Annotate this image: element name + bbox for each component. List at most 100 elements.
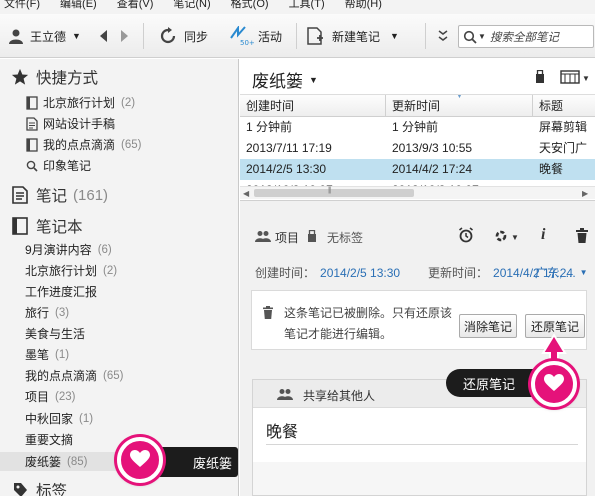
note-tag-selector[interactable]: 无标签 — [307, 229, 363, 246]
sync-icon — [159, 27, 177, 45]
sidebar-item-label: 我的点点滴滴 — [25, 369, 98, 383]
restore-highlight-marker — [531, 361, 577, 407]
list-view-icon — [560, 70, 580, 87]
note-notebook-selector[interactable]: 项目 — [255, 229, 299, 246]
title-divider — [266, 444, 578, 445]
heart-icon — [544, 373, 564, 395]
toolbar: 王立德 ▼ 同步 50+ 活动 新建笔记 ▼ ▼ 搜索全部笔记 — [0, 14, 595, 58]
sidebar-item-label: 我的点点滴滴 — [43, 138, 116, 152]
note-title[interactable]: 晚餐 — [266, 418, 298, 442]
menu-format[interactable]: 格式(O) — [231, 0, 269, 10]
sync-button[interactable]: 同步 — [159, 14, 208, 58]
sidebar-item-beijing-travel-shortcut[interactable]: 北京旅行计划 (2) — [0, 93, 135, 112]
sidebar-item-label: 北京旅行计划 — [43, 96, 116, 110]
menu-tools[interactable]: 工具(T) — [289, 0, 325, 10]
note-icon — [26, 116, 38, 131]
star-icon — [10, 68, 30, 86]
cell-created: 1 分钟前 — [246, 120, 293, 134]
forward-button[interactable] — [120, 14, 130, 58]
note-body[interactable] — [253, 462, 586, 495]
trash-icon — [263, 306, 273, 322]
sidebar-notes-header[interactable]: 笔记 (161) — [0, 183, 108, 207]
chevron-down-icon: ▼ — [579, 268, 588, 277]
sidebar-notes-count: (161) — [73, 186, 109, 204]
notebook-icon — [10, 217, 30, 235]
trash-tooltip-label: 废纸篓 — [192, 455, 232, 471]
toolbar-more-button[interactable] — [438, 14, 448, 58]
sidebar-item-evernote-search[interactable]: 印象笔记 — [0, 156, 91, 175]
sidebar-item-beijing-travel[interactable]: 北京旅行计划 (2) — [0, 261, 117, 280]
search-icon — [26, 159, 38, 173]
column-created[interactable]: 创建时间 — [240, 95, 386, 117]
new-note-label: 新建笔记 — [332, 29, 381, 44]
notebook-lock-icon[interactable] — [535, 69, 545, 87]
sidebar-item-work-progress[interactable]: 工作进度汇报 — [0, 282, 97, 301]
chevron-down-icon: ▼ — [582, 74, 590, 83]
share-menu-button[interactable]: ▼ — [493, 228, 519, 247]
user-icon — [8, 28, 24, 44]
sidebar-item-label: 废纸篓 — [25, 455, 62, 469]
sidebar-item-food-life[interactable]: 美食与生活 — [0, 324, 85, 343]
menu-view[interactable]: 查看(V) — [117, 0, 154, 10]
sort-indicator-icon: ▼ — [456, 95, 463, 100]
reminder-alarm-icon[interactable] — [458, 227, 474, 246]
search-icon — [463, 30, 477, 44]
table-row-selected[interactable]: 2014/2/5 13:30 2014/4/2 17:24 晚餐 — [240, 159, 595, 180]
sidebar-item-label: 重要文摘 — [25, 433, 74, 447]
sidebar-item-important-excerpts[interactable]: 重要文摘 — [0, 430, 73, 449]
scroll-left-icon[interactable]: ◀ — [243, 189, 249, 198]
sidebar-item-label: 工作进度汇报 — [25, 285, 98, 299]
table-header: 创建时间 更新时间 ▼ 标题 — [240, 95, 595, 117]
sidebar-item-website-design[interactable]: 网站设计手稿 — [0, 114, 115, 133]
note-icon — [10, 186, 30, 204]
note-list-title[interactable]: 废纸篓 ▼ — [252, 67, 318, 92]
sidebar-item-my-moments-shortcut[interactable]: 我的点点滴滴 (65) — [0, 135, 141, 154]
sidebar-tags-label: 标签 — [36, 483, 68, 496]
sidebar-item-mobi[interactable]: 墨笔 (1) — [0, 345, 69, 364]
back-button[interactable] — [98, 14, 108, 58]
search-input[interactable]: ▼ 搜索全部笔记 — [458, 25, 594, 48]
note-list-header: 废纸篓 ▼ ▼ — [240, 59, 595, 95]
sidebar-item-my-moments[interactable]: 我的点点滴滴 (65) — [0, 366, 123, 385]
toolbar-separator — [425, 23, 426, 49]
activity-button[interactable]: 50+ 活动 — [229, 14, 282, 58]
table-row[interactable]: 2013/7/11 17:19 2013/9/3 10:55 天安门广 — [240, 138, 595, 159]
menu-note[interactable]: 笔记(N) — [173, 0, 210, 10]
sidebar-item-count: (2) — [121, 96, 136, 109]
scroll-right-icon[interactable]: ▶ — [582, 189, 588, 198]
delete-trash-icon[interactable] — [576, 228, 588, 246]
cell-updated: 1 分钟前 — [392, 120, 439, 134]
note-location[interactable]: 广东, ... ▼ — [535, 264, 588, 281]
user-button[interactable]: 王立德 ▼ — [8, 14, 81, 58]
horizontal-scrollbar[interactable]: ◀ ||| ▶ — [240, 186, 595, 199]
back-arrow-icon — [98, 29, 108, 43]
table-row[interactable]: 1 分钟前 1 分钟前 屏幕剪辑 — [240, 117, 595, 138]
note-tag-label: 无标签 — [327, 231, 364, 245]
sidebar-notebooks-header[interactable]: 笔记本 — [0, 214, 83, 238]
note-info-icon[interactable]: i — [541, 226, 545, 244]
sidebar-item-september-speech[interactable]: 9月演讲内容 (6) — [0, 240, 112, 259]
sidebar-item-mid-autumn[interactable]: 中秋回家 (1) — [0, 409, 93, 428]
menu-file[interactable]: 文件(F) — [4, 0, 40, 10]
location-value: 广东, ... — [535, 266, 576, 280]
view-options-button[interactable]: ▼ — [560, 70, 590, 87]
notebook-icon — [26, 137, 38, 152]
menu-help[interactable]: 帮助(H) — [345, 0, 382, 10]
sidebar-tags-header[interactable]: 标签 — [0, 478, 67, 496]
new-note-button[interactable]: 新建笔记 ▼ — [306, 14, 399, 58]
menu-bar: 文件(F) 编辑(E) 查看(V) 笔记(N) 格式(O) 工具(T) 帮助(H… — [0, 0, 595, 14]
sidebar-shortcuts-header[interactable]: 快捷方式 — [0, 66, 98, 88]
sidebar-item-travel[interactable]: 旅行 (3) — [0, 303, 69, 322]
sidebar-item-projects[interactable]: 项目 (23) — [0, 387, 75, 406]
toolbar-separator — [296, 23, 297, 49]
tag-icon — [10, 481, 30, 496]
menu-edit[interactable]: 编辑(E) — [60, 0, 97, 10]
erase-note-button[interactable]: 消除笔记 — [459, 314, 517, 338]
sidebar-item-label: 旅行 — [25, 306, 50, 320]
scrollbar-thumb[interactable]: ||| — [254, 187, 414, 197]
created-label: 创建时间： — [255, 266, 316, 280]
cell-updated: 2014/4/2 17:24 — [392, 162, 473, 176]
column-title[interactable]: 标题 — [533, 95, 595, 117]
toolbar-separator — [143, 23, 144, 49]
trash-highlight-marker — [117, 437, 163, 483]
